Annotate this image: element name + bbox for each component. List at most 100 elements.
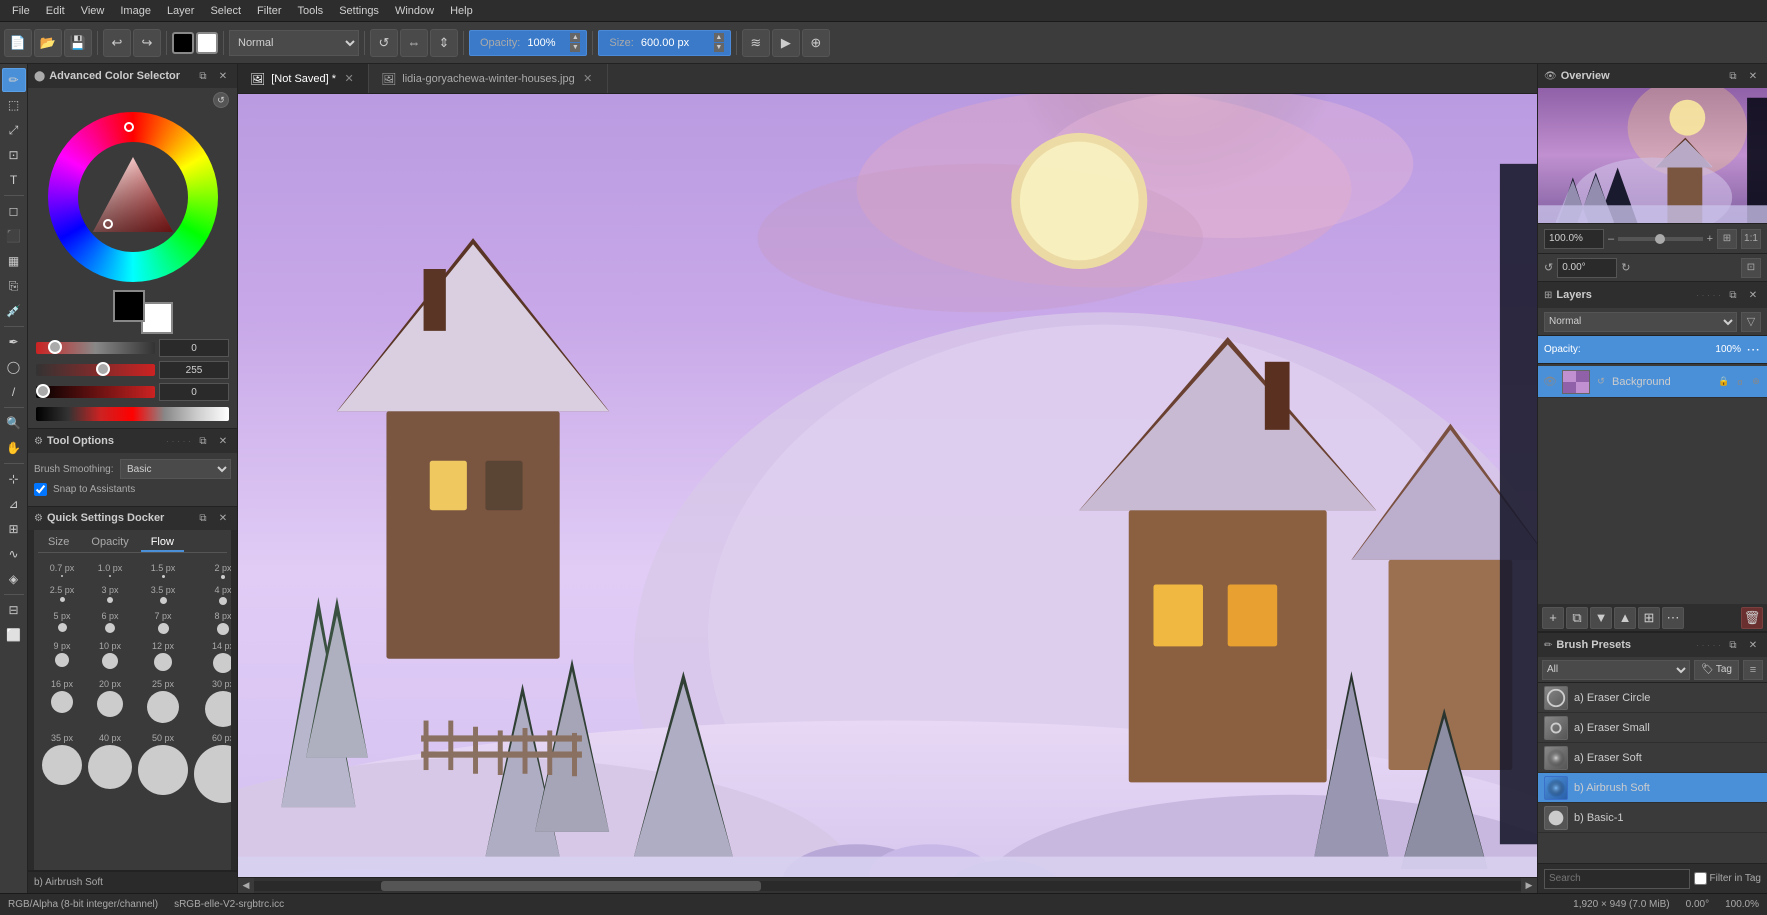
preset-airbrush-soft[interactable]: b) Airbrush Soft [1538,773,1767,803]
bg-color-swatch[interactable] [141,302,173,334]
preset-eraser-soft[interactable]: a) Eraser Soft [1538,743,1767,773]
tool-transform[interactable]: ⤢ [2,118,26,142]
size-input[interactable] [641,37,711,49]
brush-size-7[interactable]: 7 px [136,609,190,637]
layers-merge-btn[interactable]: ▼ [1590,607,1612,629]
brush-mirror-v-btn[interactable]: ⇕ [430,29,458,57]
size-down[interactable]: ▼ [714,43,724,52]
color-wheel-handle[interactable] [124,122,134,132]
gradient-bar[interactable] [36,407,229,421]
brush-size-10[interactable]: 10 px [86,639,134,675]
stroke-cross-btn[interactable]: ⊕ [802,29,830,57]
layer-lock-btn[interactable]: 🔒 [1717,375,1731,389]
layers-close-btn[interactable]: ✕ [1745,287,1761,303]
brush-size-5[interactable]: 5 px [40,609,84,637]
fg-color-swatch[interactable] [113,290,145,322]
brush-size-9[interactable]: 9 px [40,639,84,675]
brush-size-2[interactable]: 2 px [192,561,231,581]
preset-basic-1[interactable]: b) Basic-1 [1538,803,1767,833]
bp-filter-select[interactable]: All [1542,660,1690,680]
brush-size-15[interactable]: 1.5 px [136,561,190,581]
brush-size-4[interactable]: 4 px [192,583,231,607]
tool-options-float-btn[interactable]: ⧉ [195,433,211,449]
tool-line[interactable]: / [2,380,26,404]
menu-select[interactable]: Select [202,3,249,19]
tool-filter[interactable]: ◈ [2,567,26,591]
overview-header[interactable]: 👁 Overview ⧉ ✕ [1538,64,1767,88]
layer-visibility-background[interactable]: 👁 [1542,374,1558,390]
layers-add-btn[interactable]: + [1542,607,1564,629]
brush-size-60[interactable]: 60 px [192,731,231,805]
hue-value[interactable] [159,339,229,357]
scroll-track-h[interactable] [254,881,1521,891]
layers-more-btn[interactable]: ⋯ [1662,607,1684,629]
layer-inherit-btn[interactable]: ⊕ [1749,375,1763,389]
tool-smudge[interactable]: ∿ [2,542,26,566]
quick-settings-float-btn[interactable]: ⧉ [195,510,211,526]
bg-color-btn[interactable] [196,32,218,54]
quick-settings-close-btn[interactable]: ✕ [215,510,231,526]
tool-pan[interactable]: ✋ [2,436,26,460]
preset-eraser-circle[interactable]: a) Eraser Circle [1538,683,1767,713]
zoom-slider[interactable] [1618,237,1702,241]
zoom-slider-handle[interactable] [1655,234,1665,244]
canvas-tab-ref[interactable]: 🖼 lidia-goryachewa-winter-houses.jpg ✕ [369,64,608,93]
color-selector-close-btn[interactable]: ✕ [215,68,231,84]
search-input[interactable] [1544,869,1690,889]
tool-reference[interactable]: ⊟ [2,598,26,622]
layers-move-up-btn[interactable]: ▲ [1614,607,1636,629]
menu-file[interactable]: File [4,3,38,19]
sat-handle[interactable] [96,362,110,376]
val-slider[interactable] [36,386,155,398]
rotate-ccw-btn[interactable]: ↺ [1544,261,1553,274]
preset-eraser-small[interactable]: a) Eraser Small [1538,713,1767,743]
stroke-end-btn[interactable]: ▶ [772,29,800,57]
brush-size-16[interactable]: 16 px [40,677,84,729]
tool-zoom[interactable]: 🔍 [2,411,26,435]
layers-mode-select[interactable]: Normal Multiply Screen [1544,312,1737,332]
blend-mode-select[interactable]: Normal Multiply Screen Overlay [229,30,359,56]
canvas-tab-ref-close[interactable]: ✕ [581,72,595,86]
redo-button[interactable]: ↪ [133,29,161,57]
tool-gradient[interactable]: ▦ [2,249,26,273]
tool-select[interactable]: ⬚ [2,93,26,117]
filter-in-tag-label[interactable]: Filter in Tag [1694,872,1761,885]
rotate-cw-btn[interactable]: ↻ [1621,261,1630,274]
zoom-up-btn[interactable]: + [1707,233,1713,245]
tool-shape[interactable]: ◯ [2,355,26,379]
canvas-tab-unsaved[interactable]: 🖼 [Not Saved] * ✕ [238,64,369,93]
tool-options-header[interactable]: ⚙ Tool Options · · · · · ⧉ ✕ [28,429,237,453]
menu-layer[interactable]: Layer [159,3,203,19]
fg-color-btn[interactable] [172,32,194,54]
qs-right-handle[interactable] [231,530,237,870]
color-cycle-btn[interactable]: ↺ [213,92,229,108]
color-wheel[interactable] [48,112,218,282]
brush-presets-close-btn[interactable]: ✕ [1745,637,1761,653]
tool-colorpicker[interactable]: 💉 [2,299,26,323]
hue-slider[interactable] [36,342,155,354]
menu-view[interactable]: View [73,3,113,19]
scroll-left-btn[interactable]: ◀ [238,878,254,894]
menu-filter[interactable]: Filter [249,3,289,19]
scroll-thumb-h[interactable] [381,881,761,891]
brush-size-20[interactable]: 20 px [86,677,134,729]
zoom-down-btn[interactable]: – [1608,233,1614,245]
menu-edit[interactable]: Edit [38,3,73,19]
brush-size-25[interactable]: 2.5 px [40,583,84,607]
brush-smoothing-select[interactable]: Basic Weighted Stabilizer [120,459,231,479]
layer-alpha-btn[interactable]: α [1733,375,1747,389]
brush-size-40[interactable]: 40 px [86,731,134,805]
opacity-down[interactable]: ▼ [570,43,580,52]
color-triangle-svg[interactable] [88,152,178,242]
brush-size-8[interactable]: 8 px [192,609,231,637]
brush-size-50[interactable]: 50 px [136,731,190,805]
rotation-input[interactable] [1557,258,1617,278]
tool-options-close-btn[interactable]: ✕ [215,433,231,449]
bp-tag-btn[interactable]: 🏷 Tag [1694,660,1739,680]
brush-size-30[interactable]: 30 px [192,677,231,729]
bp-list-view-btn[interactable]: ≡ [1743,660,1763,680]
brush-reset-btn[interactable]: ↺ [370,29,398,57]
brush-mirror-h-btn[interactable]: ⇔ [400,29,428,57]
brush-size-25b[interactable]: 25 px [136,677,190,729]
color-selector-header[interactable]: ⬤ Advanced Color Selector ⧉ ✕ [28,64,237,88]
